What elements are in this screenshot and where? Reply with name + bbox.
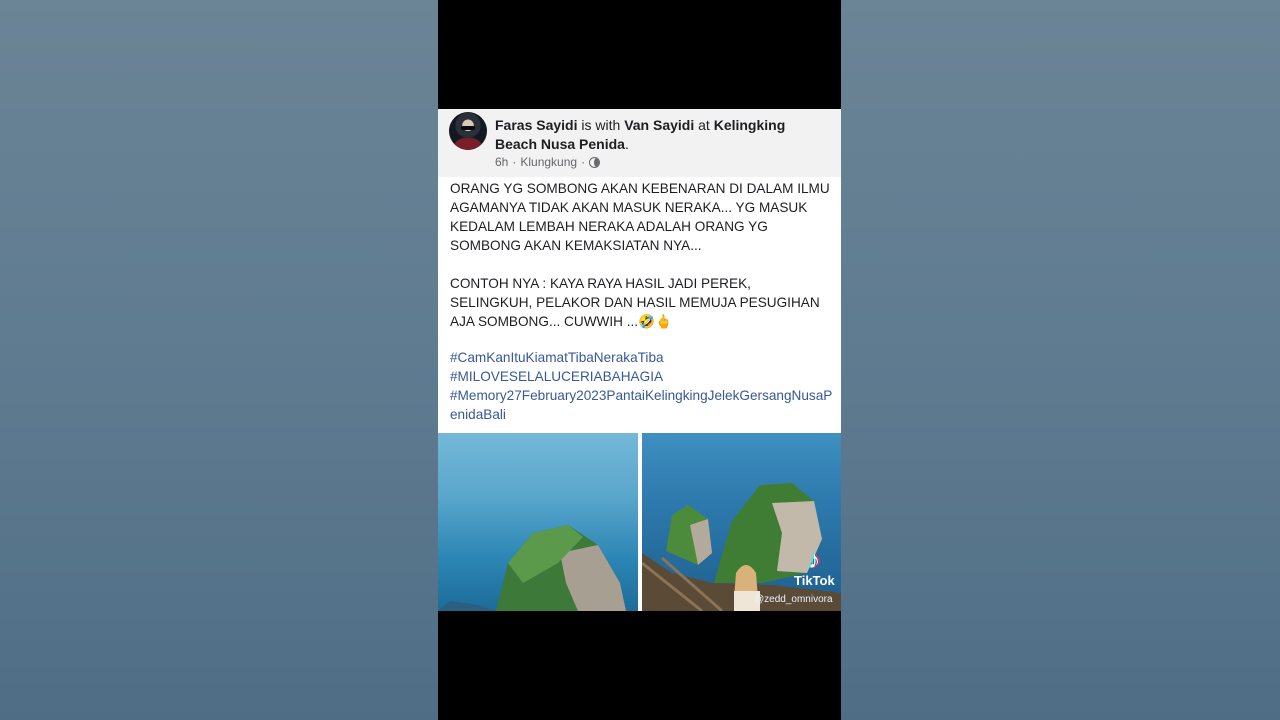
post-photos: ♪ TikTok @zedd_omnivora [438, 433, 841, 611]
hashtag-link[interactable]: #CamKanItuKiamatTibaNerakaTiba [450, 348, 835, 367]
hashtag-link[interactable]: #MILOVESELALUCERIABAHAGIA [450, 367, 835, 386]
tiktok-note-icon: ♪ [808, 547, 821, 574]
avatar[interactable] [449, 112, 487, 150]
avatar-shirt [453, 138, 483, 150]
post-place[interactable]: Klungkung [520, 155, 577, 169]
hashtag-list: #CamKanItuKiamatTibaNerakaTiba #MILOVESE… [450, 348, 835, 424]
post-time[interactable]: 6h [495, 155, 508, 169]
post-body: ORANG YG SOMBONG AKAN KEBENARAN DI DALAM… [450, 181, 830, 329]
tiktok-handle: @zedd_omnivora [754, 594, 833, 605]
post-meta: 6h · Klungkung · [495, 155, 601, 169]
with-text: is with [581, 117, 621, 133]
post-header: Faras Sayidi is with Van Sayidi at Kelin… [438, 109, 841, 177]
avatar-sunglasses [461, 126, 475, 130]
hashtag-link[interactable]: #Memory27February2023PantaiKelingkingJel… [450, 386, 835, 424]
photo-cliff-selfie[interactable]: ♪ TikTok @zedd_omnivora [642, 433, 841, 611]
tagged-name[interactable]: Van Sayidi [624, 117, 694, 133]
globe-icon [589, 156, 601, 168]
meta-separator: · [512, 155, 517, 169]
tiktok-icon: ♪ TikTok [794, 547, 835, 589]
photo-cliff-aerial[interactable] [438, 433, 638, 611]
meta-separator: · [581, 155, 586, 169]
post-headline: Faras Sayidi is with Van Sayidi at Kelin… [495, 116, 825, 154]
at-text: at [698, 117, 710, 133]
headline-period: . [624, 136, 629, 152]
facebook-post: Faras Sayidi is with Van Sayidi at Kelin… [438, 109, 841, 433]
video-frame: Faras Sayidi is with Van Sayidi at Kelin… [438, 0, 841, 720]
author-name[interactable]: Faras Sayidi [495, 117, 578, 133]
tiktok-brand: TikTok [794, 573, 835, 588]
